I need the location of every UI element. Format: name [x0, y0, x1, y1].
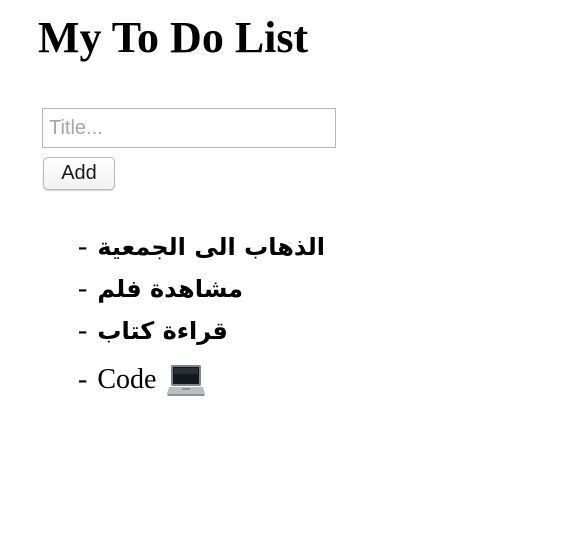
- todo-item: - مشاهدة فلم: [78, 268, 325, 310]
- todo-text: قراءة كتاب: [97, 317, 228, 345]
- title-input[interactable]: [42, 108, 336, 148]
- todo-text: Code: [97, 364, 157, 395]
- page-title: My To Do List: [38, 13, 309, 62]
- todo-item: - قراءة كتاب: [78, 310, 325, 352]
- add-button[interactable]: Add: [43, 157, 115, 190]
- todo-dash: -: [78, 273, 88, 304]
- todo-text: مشاهدة فلم: [97, 275, 243, 303]
- todo-item: - Code: [78, 352, 325, 408]
- todo-dash: -: [78, 231, 88, 262]
- todo-item: - الذهاب الى الجمعية: [78, 226, 325, 268]
- todo-list: - الذهاب الى الجمعية - مشاهدة فلم - قراء…: [78, 226, 325, 408]
- todo-text: الذهاب الى الجمعية: [97, 233, 325, 261]
- todo-dash: -: [78, 315, 88, 346]
- todo-dash: -: [78, 364, 88, 395]
- laptop-icon: [166, 360, 206, 400]
